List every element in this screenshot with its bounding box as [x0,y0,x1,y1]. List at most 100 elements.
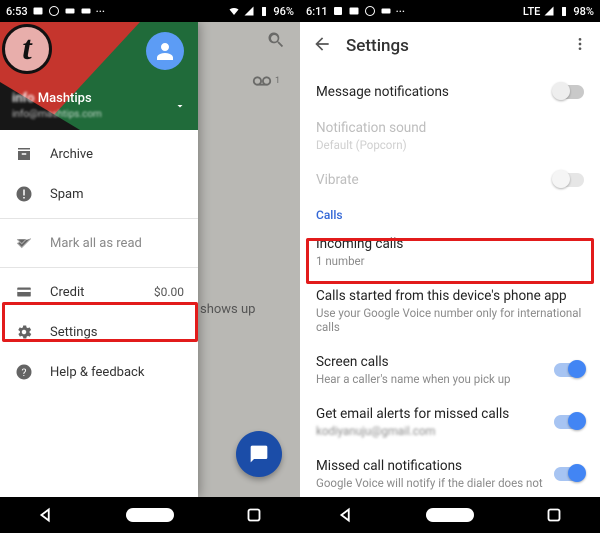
wifi-icon [228,5,240,17]
archive-icon [14,144,34,164]
page-title: Settings [346,36,409,56]
menu-label: Mark all as read [50,236,184,251]
divider [0,267,198,268]
svg-text:?: ? [22,366,27,379]
more-notifications-icon: ··· [96,5,105,18]
row-subtitle: Default (Popcorn) [316,138,584,152]
row-subtitle: kodiyanuju@gmail.com [316,424,554,438]
row-title: Calls started from this device's phone a… [316,288,584,304]
compose-fab[interactable] [236,431,282,477]
home-nav[interactable] [126,508,174,522]
recents-nav[interactable] [243,504,265,526]
toggle-email-alerts[interactable] [554,415,584,429]
menu-label: Credit [50,285,138,300]
menu-item-archive[interactable]: Archive [0,134,198,174]
credit-icon [14,282,34,302]
voicemail-badge: 1 [275,76,280,86]
navigation-drawer: info Mashtips info@mashtips.com t Archiv… [0,22,198,497]
watermark-logo: t [2,24,52,74]
network-label: LTE [523,5,541,18]
row-title: Vibrate [316,172,554,188]
nav-bar [0,497,300,533]
voicemail-status-icon-2 [80,5,92,17]
phone-left: 6:53 ··· 96% 1 shows up [0,0,300,533]
signal-icon [243,5,255,17]
battery-percent: 98% [573,5,594,18]
menu-item-settings[interactable]: Settings [0,312,198,352]
app-body: 1 shows up info Mashtips info@mashtips.c… [0,22,300,497]
status-time: 6:53 [6,5,28,18]
menu-label: Archive [50,147,184,162]
voicemail-tab[interactable]: 1 [251,70,280,92]
toggle-missed-notifications[interactable] [554,467,584,481]
settings-list: Message notifications Notification sound… [300,70,600,497]
row-subtitle: 1 number [316,254,584,268]
notification-icon [32,5,44,17]
toggle-screen-calls[interactable] [554,363,584,377]
account-email: info@mashtips.com [12,109,102,120]
nav-bar [300,497,600,533]
account-name: Mashtips [38,91,92,106]
row-calls-started[interactable]: Calls started from this device's phone a… [300,278,600,344]
row-subtitle: Google Voice will notify if the dialer d… [316,476,554,490]
section-calls: Calls [300,198,600,226]
row-screen-calls[interactable]: Screen calls Hear a caller's name when yo… [300,344,600,396]
gear-icon [14,322,34,342]
status-bar: 6:11 ··· LTE 98% [300,0,600,22]
menu-item-credit[interactable]: Credit $0.00 [0,272,198,312]
notification-icon [332,5,344,17]
battery-icon [558,5,570,17]
whatsapp-icon [364,5,376,17]
home-nav[interactable] [426,508,474,522]
row-subtitle: Use your Google Voice number only for in… [316,306,584,334]
divider [0,218,198,219]
row-title: Notification sound [316,120,584,136]
signal-icon [543,5,555,17]
menu-label: Help & feedback [50,365,184,380]
more-options[interactable] [572,36,588,56]
menu-label: Settings [50,325,184,340]
toggle-vibrate [554,173,584,187]
row-title: Screen calls [316,354,554,370]
menu-item-mark-read[interactable]: Mark all as read [0,223,198,263]
notification-icon-2 [348,5,360,17]
credit-amount: $0.00 [154,285,184,299]
back-nav[interactable] [335,504,357,526]
voicemail-status-icon [64,5,76,17]
row-title: Missed call notifications [316,458,554,474]
row-missed-notifications[interactable]: Missed call notifications Google Voice wi… [300,448,600,497]
row-title: Message notifications [316,84,554,100]
status-time: 6:11 [306,5,328,18]
row-notification-sound: Notification sound Default (Popcorn) [300,110,600,162]
help-icon: ? [14,362,34,382]
whatsapp-icon [48,5,60,17]
phone-right: 6:11 ··· LTE 98% Settings [300,0,600,533]
recents-nav[interactable] [543,504,565,526]
avatar[interactable] [146,32,184,70]
settings-screen: Settings Message notifications Notificat… [300,22,600,497]
row-title: Get email alerts for missed calls [316,406,554,422]
row-subtitle: Hear a caller's name when you pick up [316,372,554,386]
search-button[interactable] [266,30,286,54]
battery-percent: 96% [273,5,294,18]
back-button[interactable] [312,34,332,58]
row-email-alerts[interactable]: Get email alerts for missed calls kodiyan… [300,396,600,448]
back-nav[interactable] [35,504,57,526]
row-incoming-calls[interactable]: Incoming calls 1 number [300,226,600,278]
row-title: Incoming calls [316,236,584,252]
menu-label: Spam [50,187,184,202]
account-dropdown[interactable] [174,97,186,116]
spam-icon [14,184,34,204]
more-notifications-icon: ··· [396,5,405,18]
row-vibrate: Vibrate [300,162,600,198]
status-bar: 6:53 ··· 96% [0,0,300,22]
drawer-menu: Archive Spam Mark all as read Credit [0,130,198,497]
menu-item-spam[interactable]: Spam [0,174,198,214]
empty-state-text: shows up [200,302,255,317]
menu-item-help[interactable]: ? Help & feedback [0,352,198,392]
battery-icon [258,5,270,17]
row-message-notifications[interactable]: Message notifications [300,74,600,110]
app-bar: Settings [300,22,600,70]
toggle-message-notifications[interactable] [554,85,584,99]
voicemail-status-icon [380,5,392,17]
